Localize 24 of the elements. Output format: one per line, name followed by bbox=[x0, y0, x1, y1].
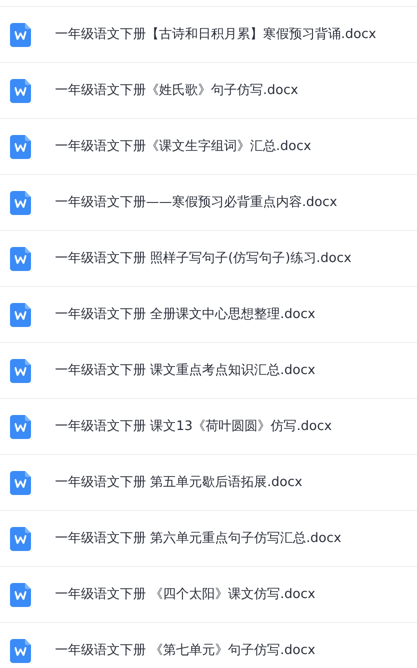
word-document-icon bbox=[10, 638, 31, 662]
file-name[interactable]: 一年级语文下册 《四个太阳》课文仿写.docx bbox=[55, 584, 316, 604]
file-name[interactable]: 一年级语文下册 课文重点考点知识汇总.docx bbox=[55, 360, 316, 380]
file-name[interactable]: 一年级语文下册 第六单元重点句子仿写汇总.docx bbox=[55, 528, 342, 548]
word-document-icon bbox=[10, 526, 31, 550]
word-document-icon bbox=[10, 302, 31, 326]
word-document-icon bbox=[10, 78, 31, 102]
word-document-icon bbox=[10, 358, 31, 382]
file-name[interactable]: 一年级语文下册 第五单元歇后语拓展.docx bbox=[55, 472, 302, 492]
file-name[interactable]: 一年级语文下册《课文生字组词》汇总.docx bbox=[55, 136, 312, 156]
word-document-icon bbox=[10, 134, 31, 158]
word-document-icon bbox=[10, 22, 31, 46]
word-document-icon bbox=[10, 190, 31, 214]
word-document-icon bbox=[10, 470, 31, 494]
word-document-icon bbox=[10, 414, 31, 438]
file-name[interactable]: 一年级语文下册 照样子写句子(仿写句子)练习.docx bbox=[55, 248, 352, 268]
file-name[interactable]: 一年级语文下册《姓氏歌》句子仿写.docx bbox=[55, 80, 298, 100]
file-name[interactable]: 一年级语文下册【古诗和日积月累】寒假预习背诵.docx bbox=[55, 24, 376, 44]
file-name[interactable]: 一年级语文下册 全册课文中心思想整理.docx bbox=[55, 304, 316, 324]
word-document-icon bbox=[10, 582, 31, 606]
file-name[interactable]: 一年级语文下册——寒假预习必背重点内容.docx bbox=[55, 192, 338, 212]
file-name[interactable]: 一年级语文下册 《第七单元》句子仿写.docx bbox=[55, 640, 316, 660]
word-document-icon bbox=[10, 246, 31, 270]
file-name[interactable]: 一年级语文下册 课文13《荷叶圆圆》仿写.docx bbox=[55, 416, 332, 436]
